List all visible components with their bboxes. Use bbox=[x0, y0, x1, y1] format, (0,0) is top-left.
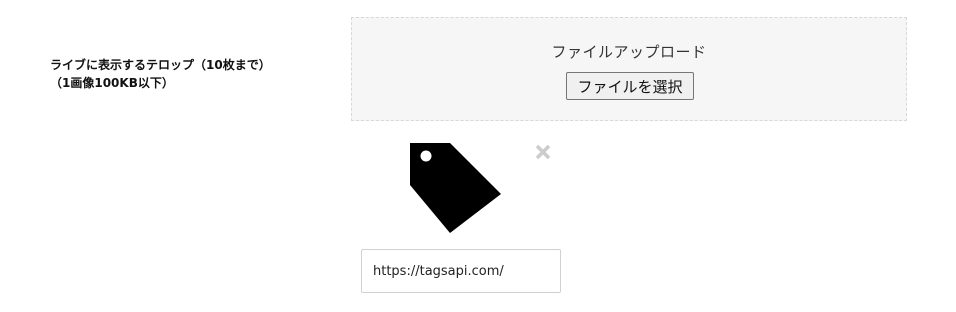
field-label-line2: （1画像100KB以下） bbox=[50, 76, 174, 90]
remove-image-button[interactable] bbox=[533, 142, 553, 162]
field-label: ライブに表示するテロップ（10枚まで） （1画像100KB以下） bbox=[50, 56, 340, 92]
choose-file-button[interactable]: ファイルを選択 bbox=[566, 72, 694, 100]
uploaded-image-preview bbox=[410, 143, 502, 235]
telop-upload-form: ライブに表示するテロップ（10枚まで） （1画像100KB以下） ファイルアップ… bbox=[0, 0, 956, 312]
close-icon bbox=[535, 144, 551, 160]
file-dropzone[interactable]: ファイルアップロード ファイルを選択 bbox=[351, 17, 907, 121]
tag-icon bbox=[410, 143, 502, 235]
link-url-input[interactable] bbox=[361, 249, 561, 293]
dropzone-title: ファイルアップロード bbox=[551, 43, 707, 61]
field-label-line1: ライブに表示するテロップ（10枚まで） bbox=[50, 58, 271, 72]
